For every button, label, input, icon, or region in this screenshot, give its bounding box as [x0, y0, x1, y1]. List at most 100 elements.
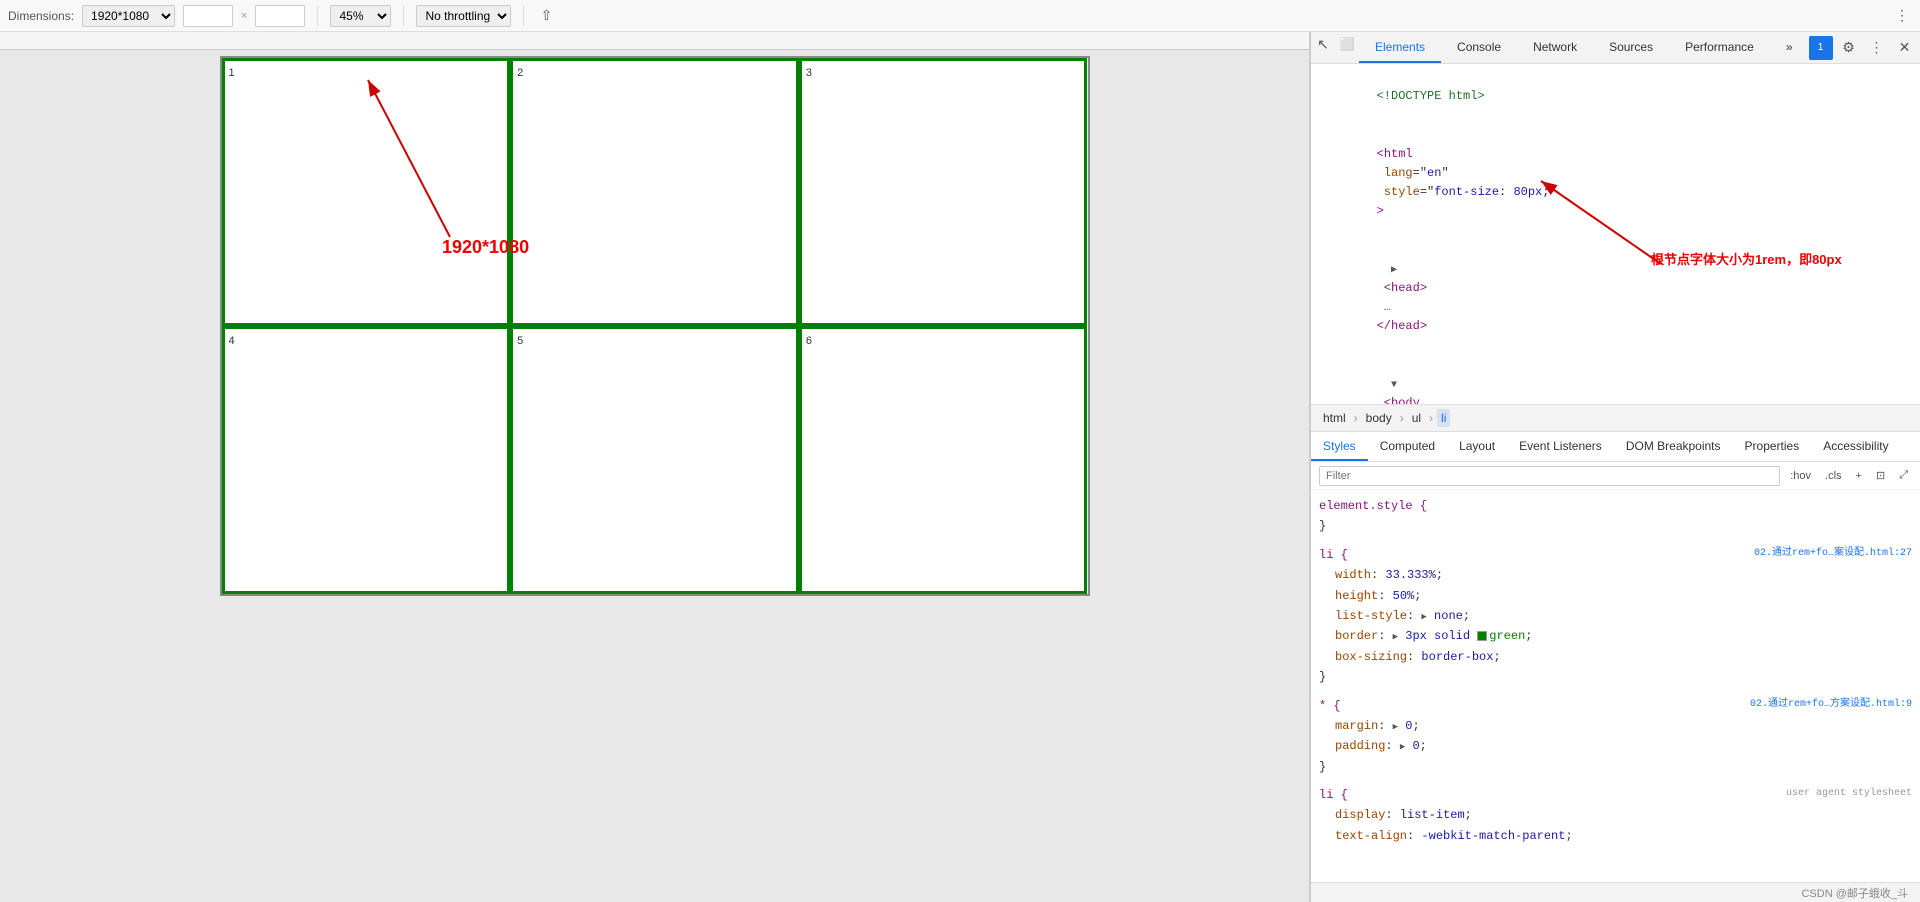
doctype-text: <!DOCTYPE html> — [1377, 89, 1485, 103]
css-rules: element.style { } 02.通过rem+fo…案设配.html:2… — [1311, 490, 1920, 882]
source-doctype[interactable]: <!DOCTYPE html> — [1311, 68, 1920, 126]
cell-number-5: 5 — [517, 335, 523, 347]
tab-elements[interactable]: Elements — [1359, 32, 1441, 63]
settings-icon[interactable]: ⚙ — [1837, 36, 1861, 60]
cell-number-1: 1 — [229, 67, 235, 79]
devtools-panel: ↖ ⬜ Elements Console Network Sources Per… — [1310, 32, 1920, 902]
sub-tab-styles[interactable]: Styles — [1311, 432, 1368, 461]
watermark: CSDN @邮子蛾收_斗 — [1311, 882, 1920, 902]
li-height-prop: height: 50%; — [1319, 586, 1912, 606]
toolbar-right: ⋮ — [1892, 6, 1912, 26]
breadcrumb-ul[interactable]: ul — [1408, 409, 1425, 427]
breadcrumb-sep1: › — [1354, 411, 1358, 425]
separator-3 — [523, 6, 524, 26]
cell-number-3: 3 — [806, 67, 812, 79]
sub-tab-properties[interactable]: Properties — [1733, 432, 1812, 461]
cls-filter[interactable]: .cls — [1821, 468, 1846, 484]
li-width-prop: width: 33.333%; — [1319, 565, 1912, 585]
devtools-tabs: ↖ ⬜ Elements Console Network Sources Per… — [1311, 32, 1920, 64]
preview-area: // render ticks in JS below 1 2 3 4 — [0, 32, 1310, 902]
html-source: <!DOCTYPE html> <html lang="en" style="f… — [1311, 64, 1920, 404]
dimensions-label: Dimensions: — [8, 9, 74, 23]
source-body[interactable]: ▼ <body style="font-size: 20px;" > — [1311, 356, 1920, 404]
sub-tab-layout[interactable]: Layout — [1447, 432, 1507, 461]
height-input[interactable]: 1080 — [255, 5, 305, 27]
styles-panel: Styles Computed Layout Event Listeners D… — [1311, 432, 1920, 882]
touch-icon[interactable]: ⇧ — [536, 6, 556, 26]
sub-tab-computed[interactable]: Computed — [1368, 432, 1447, 461]
ua-textalign-prop: text-align: -webkit-match-parent; — [1319, 826, 1912, 846]
toolbar: Dimensions: 1920*1080 1366*768 Responsiv… — [0, 0, 1920, 32]
separator-1 — [317, 6, 318, 26]
sub-tabs: Styles Computed Layout Event Listeners D… — [1311, 432, 1920, 462]
hov-filter[interactable]: :hov — [1786, 468, 1815, 484]
sub-tab-accessibility[interactable]: Accessibility — [1811, 432, 1900, 461]
preview-iframe: 1 2 3 4 5 6 — [220, 56, 1090, 596]
star-rule-close: } — [1319, 757, 1912, 777]
tab-more[interactable]: » — [1770, 32, 1809, 63]
cell-number-2: 2 — [517, 67, 523, 79]
green-color-swatch[interactable] — [1477, 631, 1487, 641]
element-style-rule: element.style { } — [1311, 494, 1920, 539]
more-options-icon[interactable]: ⋮ — [1892, 6, 1912, 26]
breadcrumb: html › body › ul › li — [1311, 404, 1920, 432]
breadcrumb-sep2: › — [1400, 411, 1404, 425]
close-devtools-icon[interactable]: ✕ — [1893, 36, 1917, 60]
li-boxsizing-prop: box-sizing: border-box; — [1319, 647, 1912, 667]
expand-filter[interactable]: ⊡ — [1872, 467, 1889, 484]
sub-tab-event-listeners[interactable]: Event Listeners — [1507, 432, 1614, 461]
breadcrumb-html[interactable]: html — [1319, 409, 1350, 427]
star-rule-source[interactable]: 02.通过rem+fo…方案设配.html:9 — [1750, 696, 1912, 713]
source-html-tag[interactable]: <html lang="en" style="font-size: 80px;"… — [1311, 126, 1920, 241]
cell-number-6: 6 — [806, 335, 812, 347]
star-rule: 02.通过rem+fo…方案设配.html:9 * { margin: ▶ 0;… — [1311, 694, 1920, 780]
ua-li-rule: user agent stylesheet li { display: list… — [1311, 783, 1920, 848]
preview-cell-4: 4 — [222, 326, 511, 594]
breadcrumb-li[interactable]: li — [1437, 409, 1450, 427]
tab-performance[interactable]: Performance — [1669, 32, 1770, 63]
preview-cell-5: 5 — [510, 326, 799, 594]
element-style-selector: element.style { — [1319, 496, 1912, 516]
zoom-select[interactable]: 45% 50% 75% 100% — [330, 5, 391, 27]
cursor-icon[interactable]: ↖ — [1311, 32, 1335, 56]
watermark-text: CSDN @邮子蛾收_斗 — [1801, 885, 1908, 901]
cell-number-4: 4 — [229, 335, 235, 347]
filter-input[interactable] — [1319, 466, 1780, 486]
star-padding-prop: padding: ▶ 0; — [1319, 736, 1912, 756]
li-rule: 02.通过rem+fo…案设配.html:27 li { width: 33.3… — [1311, 543, 1920, 690]
breadcrumb-body[interactable]: body — [1362, 409, 1396, 427]
li-rule-close: } — [1319, 667, 1912, 687]
li-rule-source[interactable]: 02.通过rem+fo…案设配.html:27 — [1754, 545, 1912, 562]
star-rule-header: 02.通过rem+fo…方案设配.html:9 * { — [1319, 696, 1912, 716]
main-container: // render ticks in JS below 1 2 3 4 — [0, 32, 1920, 902]
preview-cell-1: 1 — [222, 58, 511, 326]
ua-li-rule-header: user agent stylesheet li { — [1319, 785, 1912, 805]
preview-cell-3: 3 — [799, 58, 1088, 326]
width-input[interactable]: 1920 — [183, 5, 233, 27]
breadcrumb-sep3: › — [1429, 411, 1433, 425]
preview-grid: 1 2 3 4 5 6 — [222, 58, 1088, 594]
preview-cell-6: 6 — [799, 326, 1088, 594]
plus-filter[interactable]: + — [1852, 468, 1866, 484]
more-devtools-icon[interactable]: ⋮ — [1865, 36, 1889, 60]
tab-console[interactable]: Console — [1441, 32, 1517, 63]
dimensions-select[interactable]: 1920*1080 1366*768 Responsive — [82, 5, 175, 27]
preview-cell-2: 2 — [510, 58, 799, 326]
ua-label: user agent stylesheet — [1786, 785, 1912, 802]
li-rule-header: 02.通过rem+fo…案设配.html:27 li { — [1319, 545, 1912, 565]
badge-icon[interactable]: 1 — [1809, 36, 1833, 60]
filter-bar: :hov .cls + ⊡ ⤢ — [1311, 462, 1920, 490]
device-icon[interactable]: ⬜ — [1335, 32, 1359, 56]
ruler-horizontal: // render ticks in JS below — [0, 32, 1309, 50]
element-style-close: } — [1319, 516, 1912, 536]
li-border-prop: border: ▶ 3px solid green; — [1319, 626, 1912, 646]
tab-network[interactable]: Network — [1517, 32, 1593, 63]
source-head[interactable]: ▶ <head> … </head> — [1311, 241, 1920, 356]
tab-sources[interactable]: Sources — [1593, 32, 1669, 63]
star-margin-prop: margin: ▶ 0; — [1319, 716, 1912, 736]
throttling-select[interactable]: No throttling Fast 3G Slow 3G Offline — [416, 5, 511, 27]
dimension-x: × — [241, 10, 247, 22]
sub-tab-dom-breakpoints[interactable]: DOM Breakpoints — [1614, 432, 1733, 461]
separator-2 — [403, 6, 404, 26]
fullscreen-filter[interactable]: ⤢ — [1895, 467, 1912, 484]
